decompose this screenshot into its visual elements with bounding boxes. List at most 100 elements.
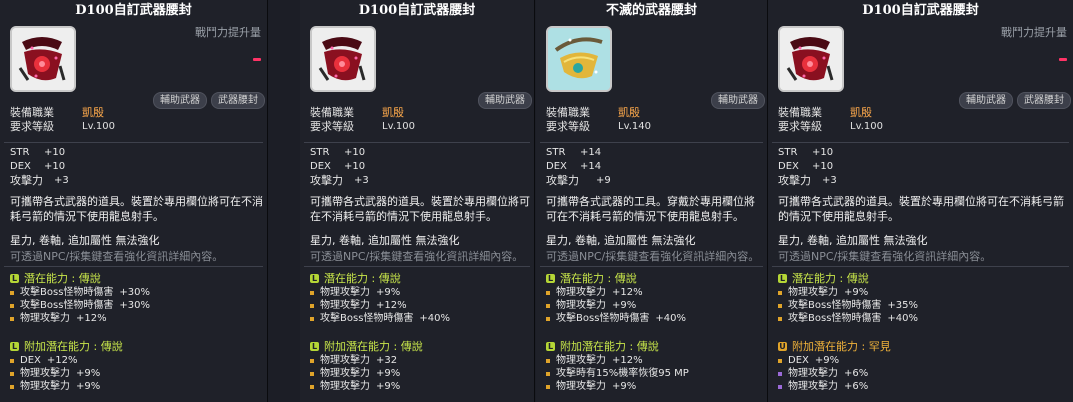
- bonus-line: 物理攻擊力 +9%: [10, 367, 123, 380]
- bullet-icon: [546, 358, 550, 363]
- bonus-stat: 攻擊時有15%機率恢復95 MP: [556, 368, 689, 379]
- potential-line: 攻擊Boss怪物時傷害 +40%: [778, 312, 918, 325]
- stat-value: +3: [822, 175, 837, 186]
- potential-stat: 物理攻擊力: [788, 287, 838, 298]
- bonus-line: DEX +12%: [10, 354, 123, 367]
- bullet-icon: [778, 290, 782, 295]
- tag-weapon-belt: 武器腰封: [211, 92, 265, 109]
- divider: [772, 142, 1069, 143]
- item-tags: 輔助武器 武器腰封: [959, 92, 1071, 109]
- stat-name: 攻擊力: [10, 174, 43, 187]
- requirements: 裝備職業 凱殷 要求等級 Lv.140: [546, 106, 651, 134]
- enhance-hint: 可透過NPC/採集鍵查看強化資訊詳細內容。: [10, 250, 224, 263]
- legendary-badge-icon: L: [10, 274, 19, 283]
- bonus-line: 物理攻擊力 +9%: [310, 380, 423, 393]
- enhance-note: 星力, 卷軸, 追加屬性 無法強化: [778, 234, 928, 247]
- item-tooltip-2: D100自訂武器腰封 輔助武器 裝備職業 凱殷 要求等級 Lv.100 STR +10…: [300, 0, 535, 402]
- potential-stat: 物理攻擊力: [556, 300, 606, 311]
- bonus-potential-label: 附加潛在能力 : 傳說: [560, 340, 659, 353]
- bonus-stat: 物理攻擊力: [320, 381, 370, 392]
- potential-line: 物理攻擊力 +12%: [310, 299, 450, 312]
- bonus-value: +9%: [814, 355, 840, 366]
- item-title: 不滅的武器腰封: [605, 3, 697, 18]
- bonus-line: 物理攻擊力 +9%: [10, 380, 123, 393]
- item-tooltip-3: 不滅的武器腰封 輔助武器 裝備職業 凱殷 要求等級 Lv.140 STR +14 DE…: [536, 0, 768, 402]
- stat-value: +3: [54, 175, 69, 186]
- item-description: 可攜帶各式武器的道具。裝置於專用欄位將可在不消耗弓箭的情況下使用龍息射手。: [10, 195, 263, 223]
- item-title: D100自訂武器腰封: [862, 3, 979, 18]
- potential-value: +40%: [419, 313, 451, 324]
- red-weapon-belt-icon: [778, 26, 844, 92]
- bullet-icon: [546, 290, 550, 295]
- potential-value: +12%: [612, 287, 643, 298]
- potential-stat: 攻擊Boss怪物時傷害: [20, 287, 114, 298]
- bullet-icon: [310, 290, 314, 295]
- enhance-note: 星力, 卷軸, 追加屬性 無法強化: [10, 234, 160, 247]
- divider: [304, 266, 530, 267]
- job-label: 裝備職業: [546, 106, 590, 119]
- bonus-value: +12%: [612, 355, 643, 366]
- bullet-icon: [310, 384, 314, 389]
- item-description: 可攜帶各式武器的道具。裝置於專用欄位將可在不消耗弓箭的情況下使用龍息射手。: [310, 195, 530, 223]
- stat-name: 攻擊力: [778, 174, 811, 187]
- bonus-line: 物理攻擊力 +6%: [778, 367, 891, 380]
- potential-line: 物理攻擊力 +9%: [546, 299, 686, 312]
- bonus-line: 攻擊時有15%機率恢復95 MP: [546, 367, 695, 380]
- bonus-potential-label: 附加潛在能力 : 傳說: [24, 340, 123, 353]
- stat-value: +14: [580, 147, 602, 158]
- potential-stat: 攻擊Boss怪物時傷害: [320, 313, 414, 324]
- bullet-icon: [546, 371, 550, 376]
- bonus-potential-label: 附加潛在能力 : 罕見: [792, 340, 891, 353]
- stat-value: +14: [580, 161, 602, 172]
- potential-value: +35%: [887, 300, 919, 311]
- stat-name: DEX: [546, 161, 567, 172]
- legendary-badge-icon: L: [546, 274, 555, 283]
- potential-line: 攻擊Boss怪物時傷害 +35%: [778, 299, 918, 312]
- requirements: 裝備職業 凱殷 要求等級 Lv.100: [310, 106, 415, 134]
- bullet-icon: [10, 316, 14, 321]
- enhance-note: 星力, 卷軸, 追加屬性 無法強化: [546, 234, 696, 247]
- level-value: Lv.100: [82, 121, 115, 132]
- combat-power-bar: [1059, 58, 1067, 61]
- bonus-stat: DEX: [20, 355, 41, 366]
- potential-value: +30%: [119, 287, 151, 298]
- potential-value: +30%: [119, 300, 151, 311]
- bullet-icon: [778, 384, 782, 389]
- enhance-hint: 可透過NPC/採集鍵查看強化資訊詳細內容。: [310, 250, 524, 263]
- potential-line: 物理攻擊力 +12%: [546, 286, 686, 299]
- legendary-badge-icon: L: [546, 342, 555, 351]
- stat-value: +10: [812, 147, 834, 158]
- potential-stat: 物理攻擊力: [20, 313, 70, 324]
- potential-label: 潛在能力 : 傳說: [792, 272, 869, 285]
- potential-stat: 攻擊Boss怪物時傷害: [556, 313, 650, 324]
- potential-value: +12%: [76, 313, 107, 324]
- bonus-value: +9%: [76, 381, 101, 392]
- potential-section: L 潛在能力 : 傳說 物理攻擊力 +12% 物理攻擊力 +9% 攻擊Boss怪物時傷…: [546, 272, 686, 325]
- requirements: 裝備職業 凱殷 要求等級 Lv.100: [10, 106, 115, 134]
- tag-secondary-weapon: 輔助武器: [959, 92, 1013, 109]
- bonus-potential-label: 附加潛在能力 : 傳說: [324, 340, 423, 353]
- level-value: Lv.100: [850, 121, 883, 132]
- job-value: 凱殷: [82, 106, 104, 119]
- bullet-icon: [10, 303, 14, 308]
- bullet-icon: [546, 316, 550, 321]
- legendary-badge-icon: L: [310, 274, 319, 283]
- bullet-icon: [310, 371, 314, 376]
- potential-label: 潛在能力 : 傳說: [24, 272, 101, 285]
- potential-line: 物理攻擊力 +9%: [778, 286, 918, 299]
- bonus-stat: 物理攻擊力: [20, 368, 70, 379]
- potential-value: +9%: [612, 300, 637, 311]
- bonus-line: 物理攻擊力 +9%: [310, 367, 423, 380]
- item-tags: 輔助武器: [478, 92, 532, 109]
- gold-weapon-belt-icon: [546, 26, 612, 92]
- tag-weapon-belt: 武器腰封: [1017, 92, 1071, 109]
- divider: [304, 142, 530, 143]
- bonus-potential-section: L 附加潛在能力 : 傳說 DEX +12% 物理攻擊力 +9% 物理攻擊力 +9%: [10, 340, 123, 393]
- stat-value: +10: [344, 161, 366, 172]
- potential-section: L 潛在能力 : 傳說 物理攻擊力 +9% 物理攻擊力 +12% 攻擊Boss怪物時傷…: [310, 272, 450, 325]
- job-value: 凱殷: [850, 106, 872, 119]
- level-value: Lv.100: [382, 121, 415, 132]
- bullet-icon: [10, 384, 14, 389]
- bonus-value: +9%: [376, 368, 401, 379]
- bullet-icon: [310, 316, 314, 321]
